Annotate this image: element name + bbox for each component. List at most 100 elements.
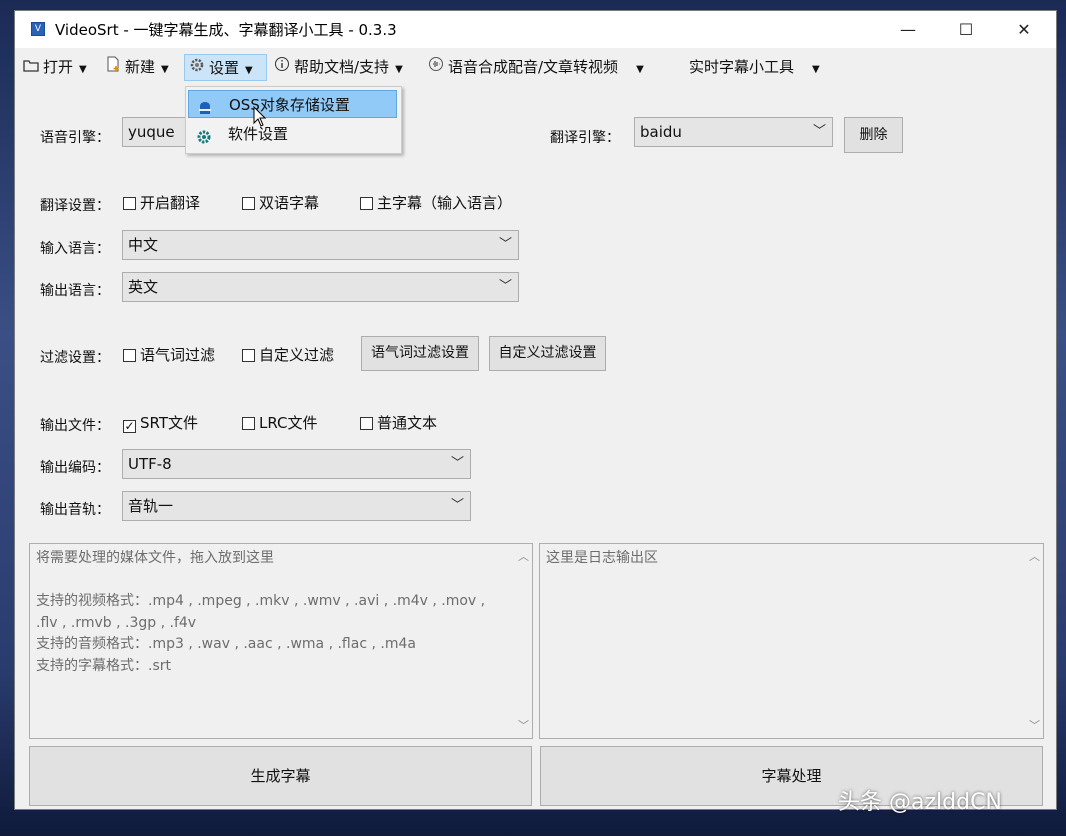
delete-button[interactable]: 删除	[844, 117, 903, 153]
custom-filter-checkbox[interactable]: 自定义过滤	[242, 346, 334, 364]
enable-translation-label: 开启翻译	[140, 194, 201, 212]
menu-bar: 打开 ▼ 新建 ▼ 设置 ▼ 帮助文档/支持 ▼ 语音合成配音/文章转视频 ▼ 实时字幕小…	[15, 51, 1056, 85]
modal-filter-settings-button[interactable]: 语气词过滤设置	[361, 336, 479, 371]
audio-wave-icon	[428, 54, 444, 81]
mouse-cursor-icon	[253, 106, 267, 127]
menu-open-label: 打开	[43, 58, 74, 76]
log-placeholder: 这里是日志输出区	[546, 550, 658, 566]
audio-track-value: 音轨一	[128, 497, 174, 515]
scroll-down-icon[interactable]: ﹀	[1026, 715, 1043, 737]
encoding-label: 输出编码：	[40, 460, 110, 476]
modal-filter-label: 语气词过滤	[140, 346, 216, 364]
chevron-down-icon: ▼	[636, 64, 644, 75]
main-subtitle-label: 主字幕（输入语言）	[377, 194, 513, 212]
log-output-area[interactable]: 这里是日志输出区 ︿ ﹀	[539, 543, 1044, 739]
new-file-icon	[105, 54, 121, 81]
encoding-value: UTF-8	[128, 455, 172, 473]
menu-settings[interactable]: 设置 ▼	[184, 54, 267, 81]
srt-file-label: SRT文件	[140, 414, 199, 432]
custom-filter-label: 自定义过滤	[259, 346, 335, 364]
gear-icon	[196, 126, 212, 144]
translate-engine-select[interactable]: baidu ﹀	[634, 117, 833, 147]
menu-settings-label: 设置	[209, 59, 240, 77]
oss-storage-settings-label: OSS对象存储设置	[229, 96, 350, 114]
audio-track-label: 输出音轨：	[40, 502, 110, 518]
speech-engine-label: 语音引擎：	[40, 130, 110, 146]
chevron-down-icon: ﹀	[812, 124, 826, 139]
app-window: V VideoSrt - 一键字幕生成、字幕翻译小工具 - 0.3.3 — ☐ …	[14, 10, 1057, 810]
checkmark-icon: ✓	[123, 419, 136, 433]
oss-storage-settings-item[interactable]: OSS对象存储设置	[188, 90, 397, 118]
gear-icon	[189, 55, 205, 82]
menu-tts[interactable]: 语音合成配音/文章转视频 ▼	[424, 54, 648, 81]
chevron-down-icon: ﹀	[498, 279, 512, 294]
chevron-down-icon: ▼	[395, 64, 403, 75]
modal-filter-checkbox[interactable]: 语气词过滤	[123, 346, 215, 364]
menu-realtime[interactable]: 实时字幕小工具 ▼	[685, 54, 824, 81]
menu-new-label: 新建	[125, 58, 156, 76]
chevron-down-icon: ▼	[161, 64, 169, 75]
bucket-icon	[197, 97, 213, 114]
audio-track-select[interactable]: 音轨一 ﹀	[122, 491, 471, 521]
folder-icon	[23, 54, 39, 81]
encoding-select[interactable]: UTF-8 ﹀	[122, 449, 471, 479]
close-button[interactable]: ✕	[1001, 11, 1047, 48]
drop-area-line	[36, 570, 526, 592]
translate-engine-label: 翻译引擎：	[550, 130, 620, 146]
input-language-label: 输入语言：	[40, 241, 110, 257]
lrc-file-checkbox[interactable]: LRC文件	[242, 414, 318, 432]
filter-settings-label: 过滤设置：	[40, 350, 110, 366]
chevron-down-icon: ﹀	[498, 237, 512, 252]
watermark: 头条 @azlddCN	[838, 790, 1002, 815]
output-language-value: 英文	[128, 278, 159, 296]
speech-engine-value: yuque	[128, 123, 175, 141]
checkbox-box	[123, 349, 136, 362]
scroll-up-icon[interactable]: ︿	[1026, 546, 1043, 568]
checkbox-box	[360, 417, 373, 430]
output-language-label: 输出语言：	[40, 283, 110, 299]
settings-dropdown-menu: OSS对象存储设置 软件设置	[185, 86, 402, 154]
log-area-scrollbar[interactable]: ︿ ﹀	[1026, 544, 1043, 738]
generate-subtitle-button[interactable]: 生成字幕	[29, 746, 532, 806]
lrc-file-label: LRC文件	[259, 414, 318, 432]
srt-file-checkbox[interactable]: ✓ SRT文件	[123, 414, 199, 433]
bilingual-subtitle-label: 双语字幕	[259, 194, 320, 212]
chevron-down-icon: ﹀	[450, 456, 464, 471]
drop-area-line: 支持的字幕格式：.srt	[36, 657, 171, 674]
output-language-select[interactable]: 英文 ﹀	[122, 272, 519, 302]
maximize-button[interactable]: ☐	[943, 11, 989, 48]
menu-open[interactable]: 打开 ▼	[19, 54, 91, 81]
info-icon	[274, 54, 290, 81]
translation-settings-label: 翻译设置：	[40, 198, 110, 214]
main-subtitle-checkbox[interactable]: 主字幕（输入语言）	[360, 194, 512, 212]
checkbox-box	[242, 349, 255, 362]
chevron-down-icon: ▼	[245, 65, 253, 76]
translate-engine-value: baidu	[640, 123, 682, 141]
checkbox-box	[242, 417, 255, 430]
checkbox-box	[360, 197, 373, 210]
custom-filter-settings-button[interactable]: 自定义过滤设置	[489, 336, 606, 371]
scroll-up-icon[interactable]: ︿	[515, 546, 532, 568]
menu-help-label: 帮助文档/支持	[294, 58, 390, 76]
output-file-label: 输出文件：	[40, 418, 110, 434]
title-bar: V VideoSrt - 一键字幕生成、字幕翻译小工具 - 0.3.3 — ☐ …	[15, 11, 1056, 48]
drop-area-line: .flv , .rmvb , .3gp , .f4v	[36, 614, 197, 631]
enable-translation-checkbox[interactable]: 开启翻译	[123, 194, 200, 212]
chevron-down-icon: ▼	[79, 64, 87, 75]
scroll-down-icon[interactable]: ﹀	[515, 715, 532, 737]
menu-new[interactable]: 新建 ▼	[101, 54, 173, 81]
input-language-select[interactable]: 中文 ﹀	[122, 230, 519, 260]
menu-tts-label: 语音合成配音/文章转视频	[448, 58, 619, 76]
minimize-button[interactable]: —	[885, 11, 931, 48]
plain-text-checkbox[interactable]: 普通文本	[360, 414, 437, 432]
media-drop-area[interactable]: 将需要处理的媒体文件，拖入放到这里 支持的视频格式：.mp4 , .mpeg ,…	[29, 543, 533, 739]
drop-area-line: 支持的视频格式：.mp4 , .mpeg , .mkv , .wmv , .av…	[36, 593, 486, 609]
checkbox-box	[123, 197, 136, 210]
drop-area-scrollbar[interactable]: ︿ ﹀	[515, 544, 532, 738]
app-icon: V	[31, 22, 45, 36]
plain-text-label: 普通文本	[377, 414, 438, 432]
bilingual-subtitle-checkbox[interactable]: 双语字幕	[242, 194, 319, 212]
checkbox-box	[242, 197, 255, 210]
software-settings-item[interactable]: 软件设置	[188, 120, 397, 148]
menu-help[interactable]: 帮助文档/支持 ▼	[270, 54, 407, 81]
